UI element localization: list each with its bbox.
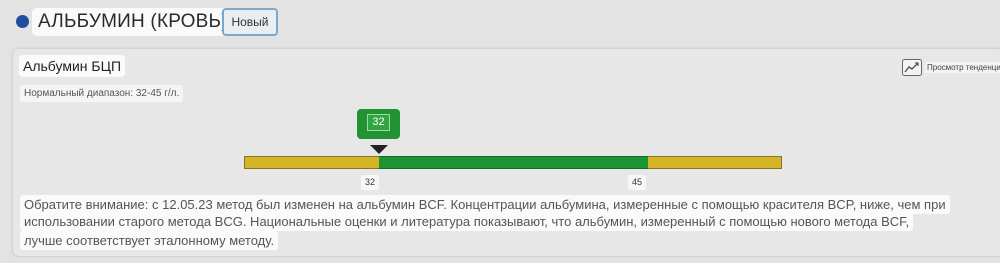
result-header: АЛЬБУМИН (КРОВЬ) Новый — [0, 0, 1000, 46]
range-bar-normal — [379, 156, 648, 169]
new-badge[interactable]: Новый — [222, 8, 278, 36]
method-note-line-2: использовании старого метода BCG. Национ… — [20, 212, 914, 231]
view-trend-label[interactable]: Просмотр тенденций — [925, 61, 1000, 73]
range-bar-high — [648, 156, 782, 169]
status-dot-icon — [16, 15, 29, 28]
test-group-title: АЛЬБУМИН (КРОВЬ) — [32, 8, 234, 36]
marker-pointer-icon — [370, 145, 388, 154]
view-trend-button[interactable]: Просмотр тенденций — [902, 57, 1000, 77]
range-high-tick: 45 — [628, 175, 647, 190]
trend-chart-icon[interactable] — [902, 58, 922, 76]
normal-range-label: Нормальный диапазон: 32-45 г/л. — [20, 85, 184, 102]
method-note-line-3: лучше соответствует эталонному методу. — [20, 231, 279, 250]
result-value-marker: 32 — [357, 109, 400, 139]
range-low-tick: 32 — [361, 175, 380, 190]
result-value: 32 — [367, 114, 390, 131]
range-bar-low — [244, 156, 379, 169]
test-name: Альбумин БЦП — [19, 55, 126, 77]
